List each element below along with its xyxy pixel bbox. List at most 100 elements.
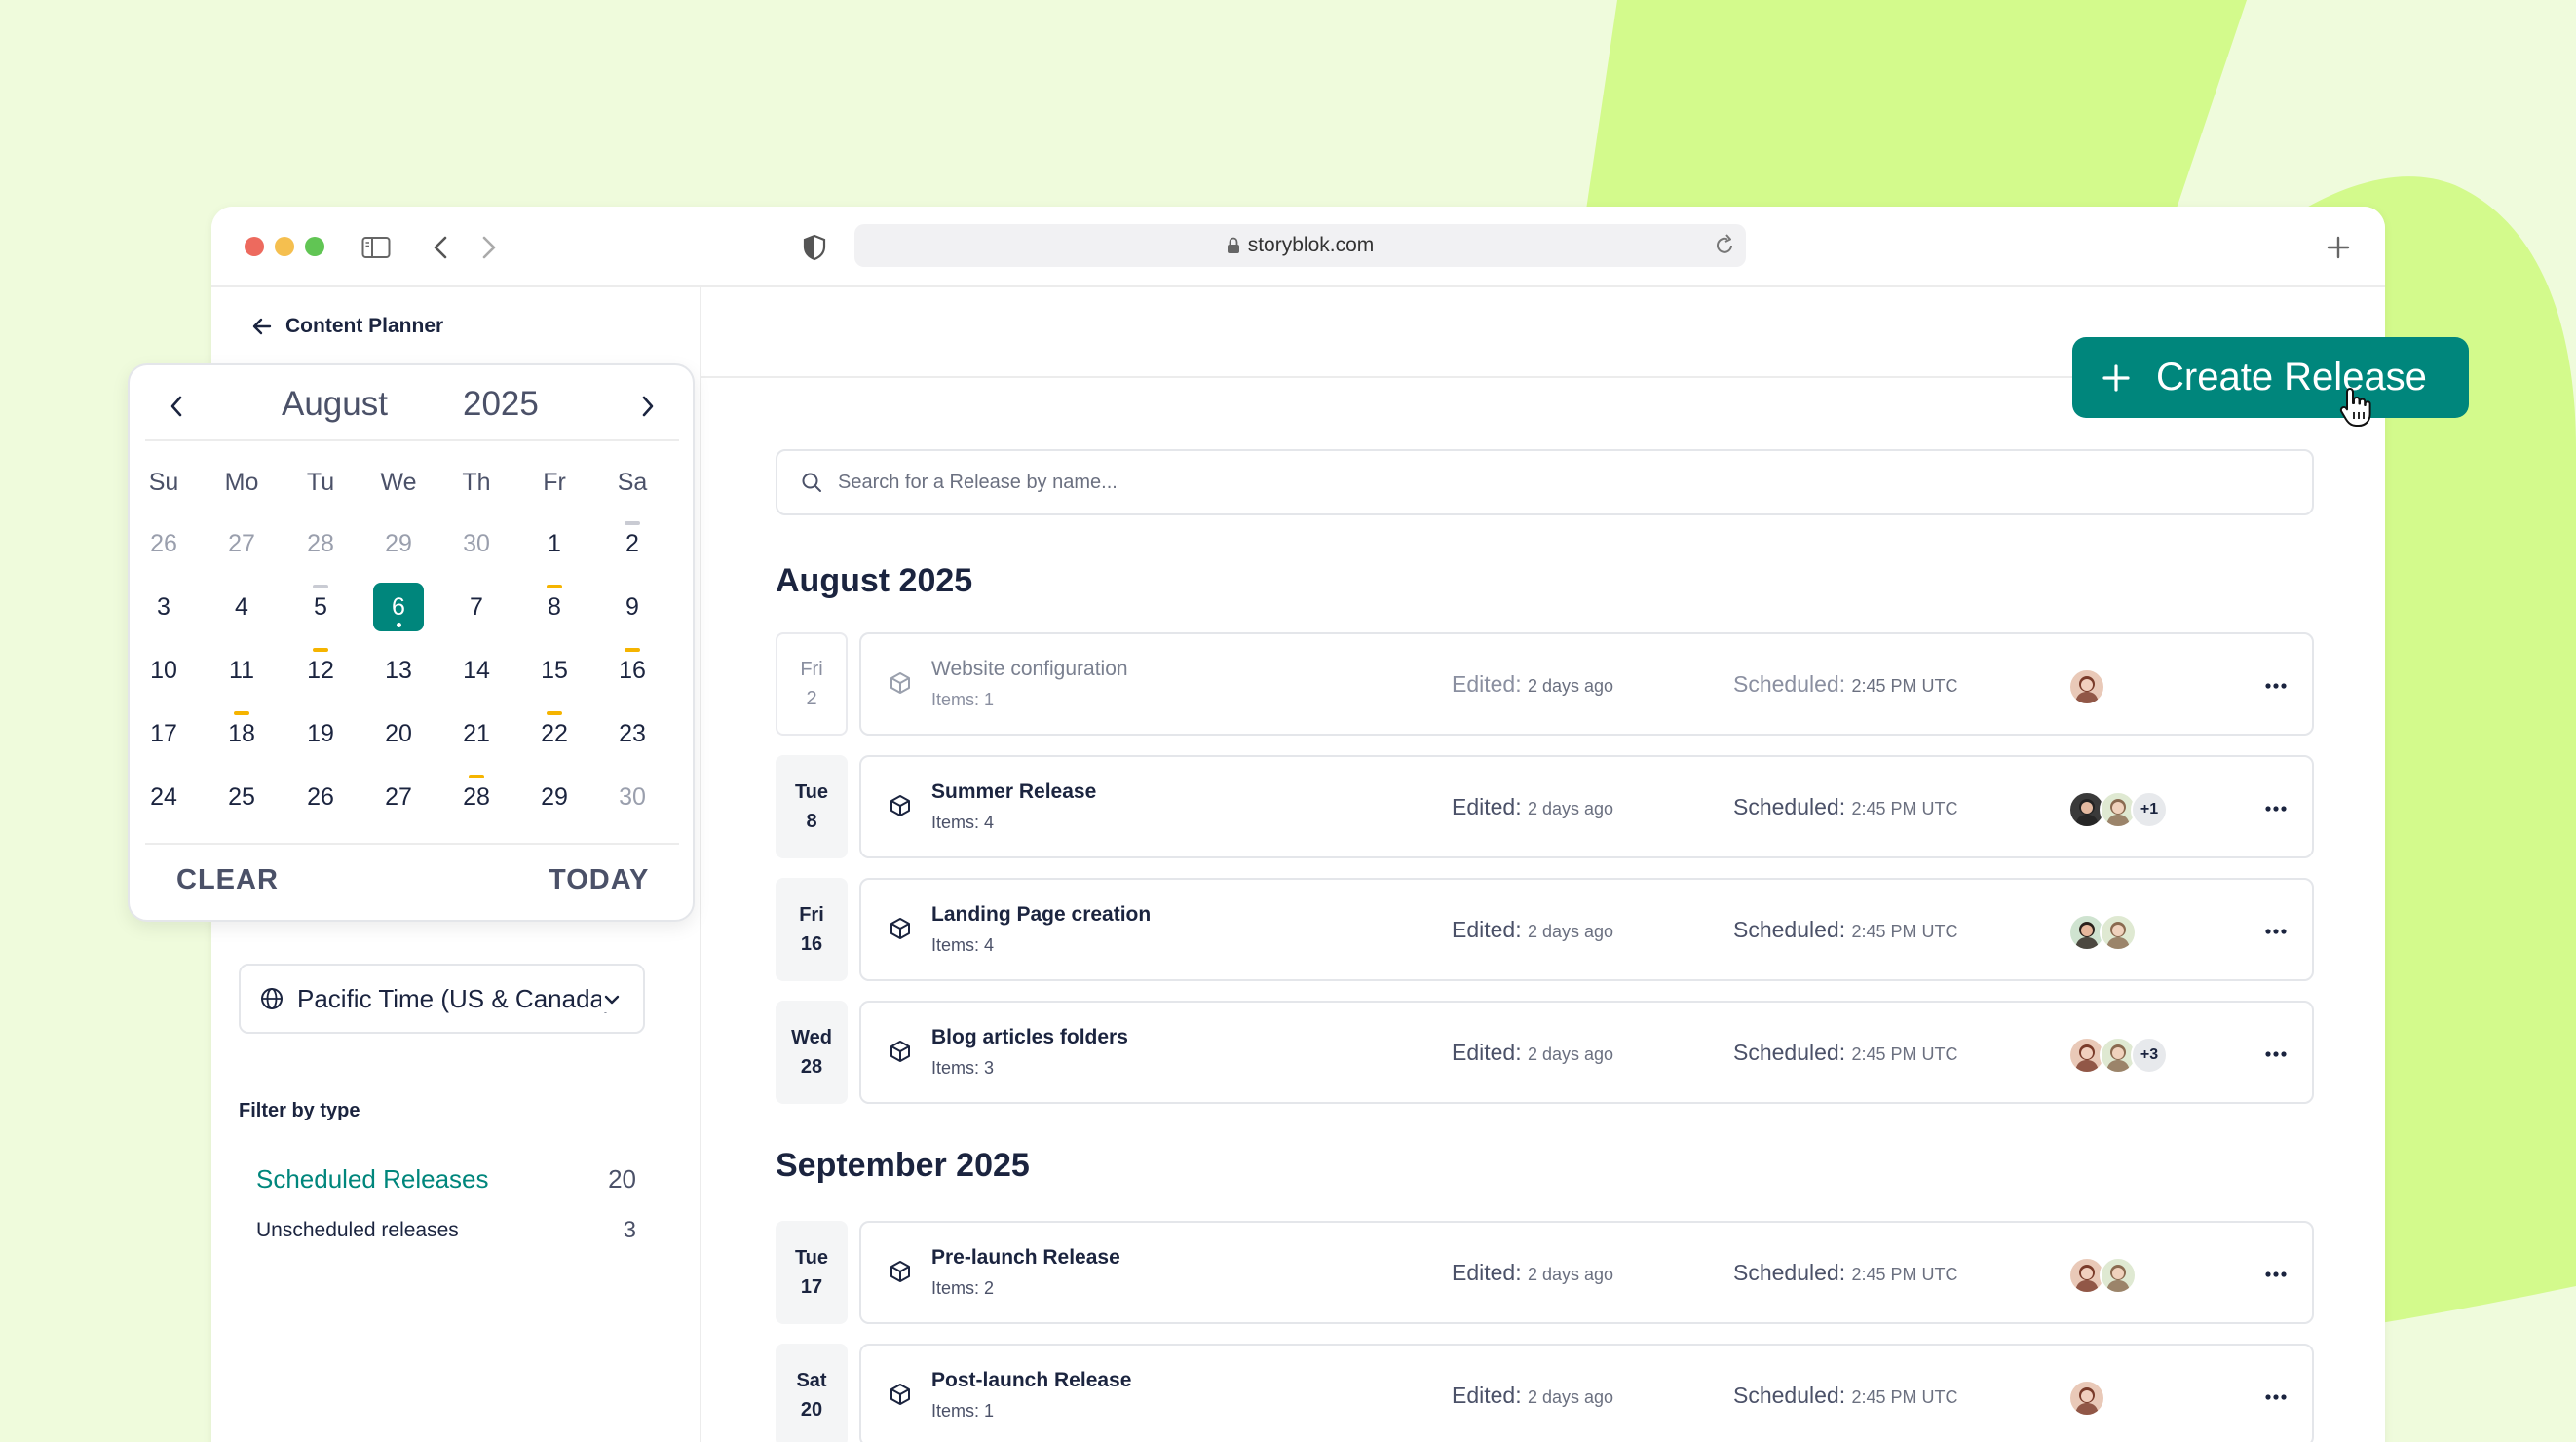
more-options-icon[interactable]	[2256, 792, 2295, 825]
release-row: Fri 2 Website configuration Items: 1 Edited:…	[776, 632, 2314, 736]
maximize-window-button[interactable]	[305, 237, 324, 256]
release-day-number: 2	[806, 688, 817, 709]
filter-item-scheduled[interactable]: Scheduled Releases 20	[256, 1164, 636, 1195]
release-card[interactable]: Landing Page creation Items: 4 Edited: 2 d…	[859, 878, 2314, 981]
release-scheduled: Scheduled: 2:45 PM UTC	[1733, 794, 1958, 820]
calendar-day[interactable]: 19	[295, 709, 346, 758]
back-to-content-planner[interactable]: Content Planner	[252, 315, 443, 338]
privacy-shield-icon[interactable]	[800, 228, 829, 267]
calendar-day[interactable]: 8	[529, 583, 580, 631]
calendar-day[interactable]: 9	[607, 583, 658, 631]
calendar-day-number: 26	[150, 530, 177, 557]
calendar-day[interactable]: 12	[295, 646, 346, 695]
calendar-day[interactable]: 29	[373, 519, 424, 568]
calendar-day[interactable]: 27	[216, 519, 267, 568]
calendar-day[interactable]: 30	[607, 773, 658, 821]
new-tab-icon[interactable]	[2324, 228, 2353, 267]
calendar-day[interactable]: 22	[529, 709, 580, 758]
calendar-day-number: 21	[463, 720, 490, 747]
calendar-day[interactable]: 10	[138, 646, 189, 695]
calendar-day[interactable]: 16	[607, 646, 658, 695]
calendar-day[interactable]: 17	[138, 709, 189, 758]
today-button[interactable]: TODAY	[549, 864, 649, 896]
filter-item-unscheduled[interactable]: Unscheduled releases 3	[256, 1217, 636, 1244]
release-row: Tue 8 Summer Release Items: 4 Edited: 2 days…	[776, 755, 2314, 858]
calendar-day[interactable]: 30	[451, 519, 502, 568]
calendar-day[interactable]: 13	[373, 646, 424, 695]
release-card[interactable]: Post-launch Release Items: 1 Edited: 2 day…	[859, 1344, 2314, 1442]
release-edited: Edited: 2 days ago	[1452, 1383, 1613, 1409]
release-indicator	[313, 585, 328, 588]
close-window-button[interactable]	[245, 237, 264, 256]
calendar-day[interactable]: 29	[529, 773, 580, 821]
create-release-button[interactable]: Create Release	[2072, 337, 2469, 418]
release-card[interactable]: Website configuration Items: 1 Edited: 2 d…	[859, 632, 2314, 736]
previous-month-button[interactable]	[157, 387, 196, 426]
calendar-day[interactable]: 5	[295, 583, 346, 631]
calendar-day[interactable]: 2	[607, 519, 658, 568]
calendar-day[interactable]: 18	[216, 709, 267, 758]
url-text: storyblok.com	[1247, 234, 1375, 256]
calendar-day[interactable]: 20	[373, 709, 424, 758]
calendar-day-number: 27	[385, 783, 412, 811]
release-card[interactable]: Blog articles folders Items: 3 Edited: 2 d…	[859, 1001, 2314, 1104]
release-row: Wed 28 Blog articles folders Items: 3 Edited…	[776, 1001, 2314, 1104]
calendar-day[interactable]: 28	[295, 519, 346, 568]
calendar-day[interactable]: 14	[451, 646, 502, 695]
edited-value: 2 days ago	[1528, 1265, 1614, 1284]
calendar-day[interactable]: 23	[607, 709, 658, 758]
avatar	[2068, 668, 2105, 705]
calendar-day[interactable]: 28	[451, 773, 502, 821]
calendar-day[interactable]: 15	[529, 646, 580, 695]
more-options-icon[interactable]	[2256, 1038, 2295, 1071]
release-items-count: Items: 4	[931, 813, 995, 832]
calendar-month[interactable]: August	[282, 385, 388, 424]
calendar-day-number: 6	[392, 593, 405, 621]
release-indicator	[547, 585, 562, 588]
scheduled-label: Scheduled:	[1733, 1383, 1846, 1408]
edited-value: 2 days ago	[1528, 799, 1614, 818]
more-options-icon[interactable]	[2256, 915, 2295, 948]
back-link-label: Content Planner	[285, 315, 444, 337]
timezone-select[interactable]: Pacific Time (US & Canada)	[239, 964, 645, 1034]
more-options-icon[interactable]	[2256, 669, 2295, 702]
calendar-year[interactable]: 2025	[463, 385, 539, 424]
scheduled-value: 2:45 PM UTC	[1851, 676, 1958, 696]
calendar-day[interactable]: 21	[451, 709, 502, 758]
address-bar[interactable]: storyblok.com	[854, 224, 1746, 267]
scheduled-label: Scheduled:	[1733, 671, 1846, 697]
calendar-day[interactable]: 7	[451, 583, 502, 631]
scheduled-label: Scheduled:	[1733, 794, 1846, 819]
release-items-count: Items: 1	[931, 1401, 995, 1421]
calendar-day[interactable]: 24	[138, 773, 189, 821]
more-options-icon[interactable]	[2256, 1258, 2295, 1291]
calendar-day[interactable]: 11	[216, 646, 267, 695]
calendar-day[interactable]: 3	[138, 583, 189, 631]
calendar-day-number: 20	[385, 720, 412, 747]
more-options-icon[interactable]	[2256, 1381, 2295, 1414]
forward-nav-icon[interactable]	[476, 228, 502, 267]
search-input[interactable]: Search for a Release by name...	[776, 449, 2314, 515]
calendar-day-selected[interactable]: 6	[373, 583, 424, 631]
clear-button[interactable]: CLEAR	[176, 864, 279, 896]
calendar-day[interactable]: 1	[529, 519, 580, 568]
calendar-day-number: 18	[228, 720, 255, 747]
release-scheduled: Scheduled: 2:45 PM UTC	[1733, 1383, 1958, 1409]
sidebar-toggle-icon[interactable]	[360, 228, 393, 267]
reload-icon[interactable]	[1713, 232, 1736, 262]
calendar-day-number: 29	[385, 530, 412, 557]
minimize-window-button[interactable]	[275, 237, 294, 256]
calendar-day[interactable]: 26	[295, 773, 346, 821]
calendar-day[interactable]: 27	[373, 773, 424, 821]
release-card[interactable]: Summer Release Items: 4 Edited: 2 days ago…	[859, 755, 2314, 858]
scheduled-value: 2:45 PM UTC	[1851, 799, 1958, 818]
release-weekday: Tue	[794, 781, 829, 803]
release-day-number: 17	[800, 1276, 823, 1298]
calendar-day[interactable]: 26	[138, 519, 189, 568]
release-card[interactable]: Pre-launch Release Items: 2 Edited: 2 days…	[859, 1221, 2314, 1324]
calendar-day[interactable]: 4	[216, 583, 267, 631]
back-nav-icon[interactable]	[428, 228, 453, 267]
release-day-number: 8	[806, 811, 817, 832]
next-month-button[interactable]	[628, 387, 667, 426]
calendar-day[interactable]: 25	[216, 773, 267, 821]
